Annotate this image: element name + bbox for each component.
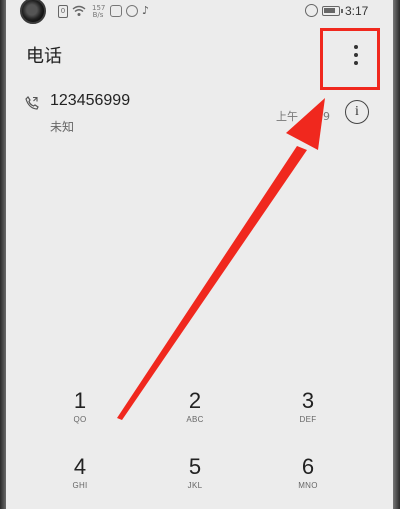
dialpad-key-5[interactable]: 5 JKL	[140, 454, 250, 509]
call-time: 上午 … 29	[276, 110, 330, 123]
call-number: 123456999	[50, 92, 131, 109]
dialpad-key-2[interactable]: 2 ABC	[140, 388, 250, 446]
key-digit: 4	[73, 454, 87, 479]
key-letters: GHI	[72, 481, 88, 490]
alarm-icon	[305, 4, 318, 17]
phone-call-icon	[25, 95, 39, 110]
key-digit: 2	[188, 388, 202, 413]
key-letters: MNO	[298, 481, 318, 490]
dialpad-key-3[interactable]: 3 DEF	[253, 388, 363, 446]
highlight-box	[320, 28, 380, 90]
dialpad-key-4[interactable]: 4 GHI	[25, 454, 135, 509]
device-bezel-right	[393, 0, 400, 509]
status-bar: 0 157 B/s ♪ 3:17	[0, 0, 400, 26]
device-bezel-left	[0, 0, 6, 509]
key-digit: 5	[188, 454, 202, 479]
phone-screen: 0 157 B/s ♪ 3:17 电话 123456999 未知 上午 … 29…	[0, 0, 400, 509]
tiktok-icon: ♪	[142, 4, 150, 17]
wifi-icon	[72, 5, 86, 17]
dialpad-key-1[interactable]: 1 QO	[25, 388, 135, 446]
arrow-shaft	[117, 146, 307, 420]
notification-icon	[110, 5, 122, 17]
call-info-button[interactable]: i	[345, 100, 369, 124]
key-digit: 1	[73, 388, 87, 413]
dialpad-key-6[interactable]: 6 MNO	[253, 454, 363, 509]
key-digit: 6	[301, 454, 315, 479]
key-letters: ABC	[186, 415, 204, 424]
sim-card-icon: 0	[58, 5, 68, 18]
battery-icon	[322, 6, 343, 16]
notification-icon	[126, 5, 138, 17]
key-letters: DEF	[299, 415, 317, 424]
key-digit: 3	[301, 388, 315, 413]
call-log-item[interactable]: 123456999 未知 上午 … 29 i	[0, 86, 400, 142]
call-location: 未知	[50, 120, 75, 134]
key-letters: QO	[73, 415, 87, 424]
page-title: 电话	[26, 46, 62, 67]
key-letters: JKL	[187, 481, 203, 490]
front-camera	[20, 0, 46, 24]
status-time: 3:17	[345, 4, 369, 18]
network-speed: 157 B/s	[92, 4, 106, 19]
